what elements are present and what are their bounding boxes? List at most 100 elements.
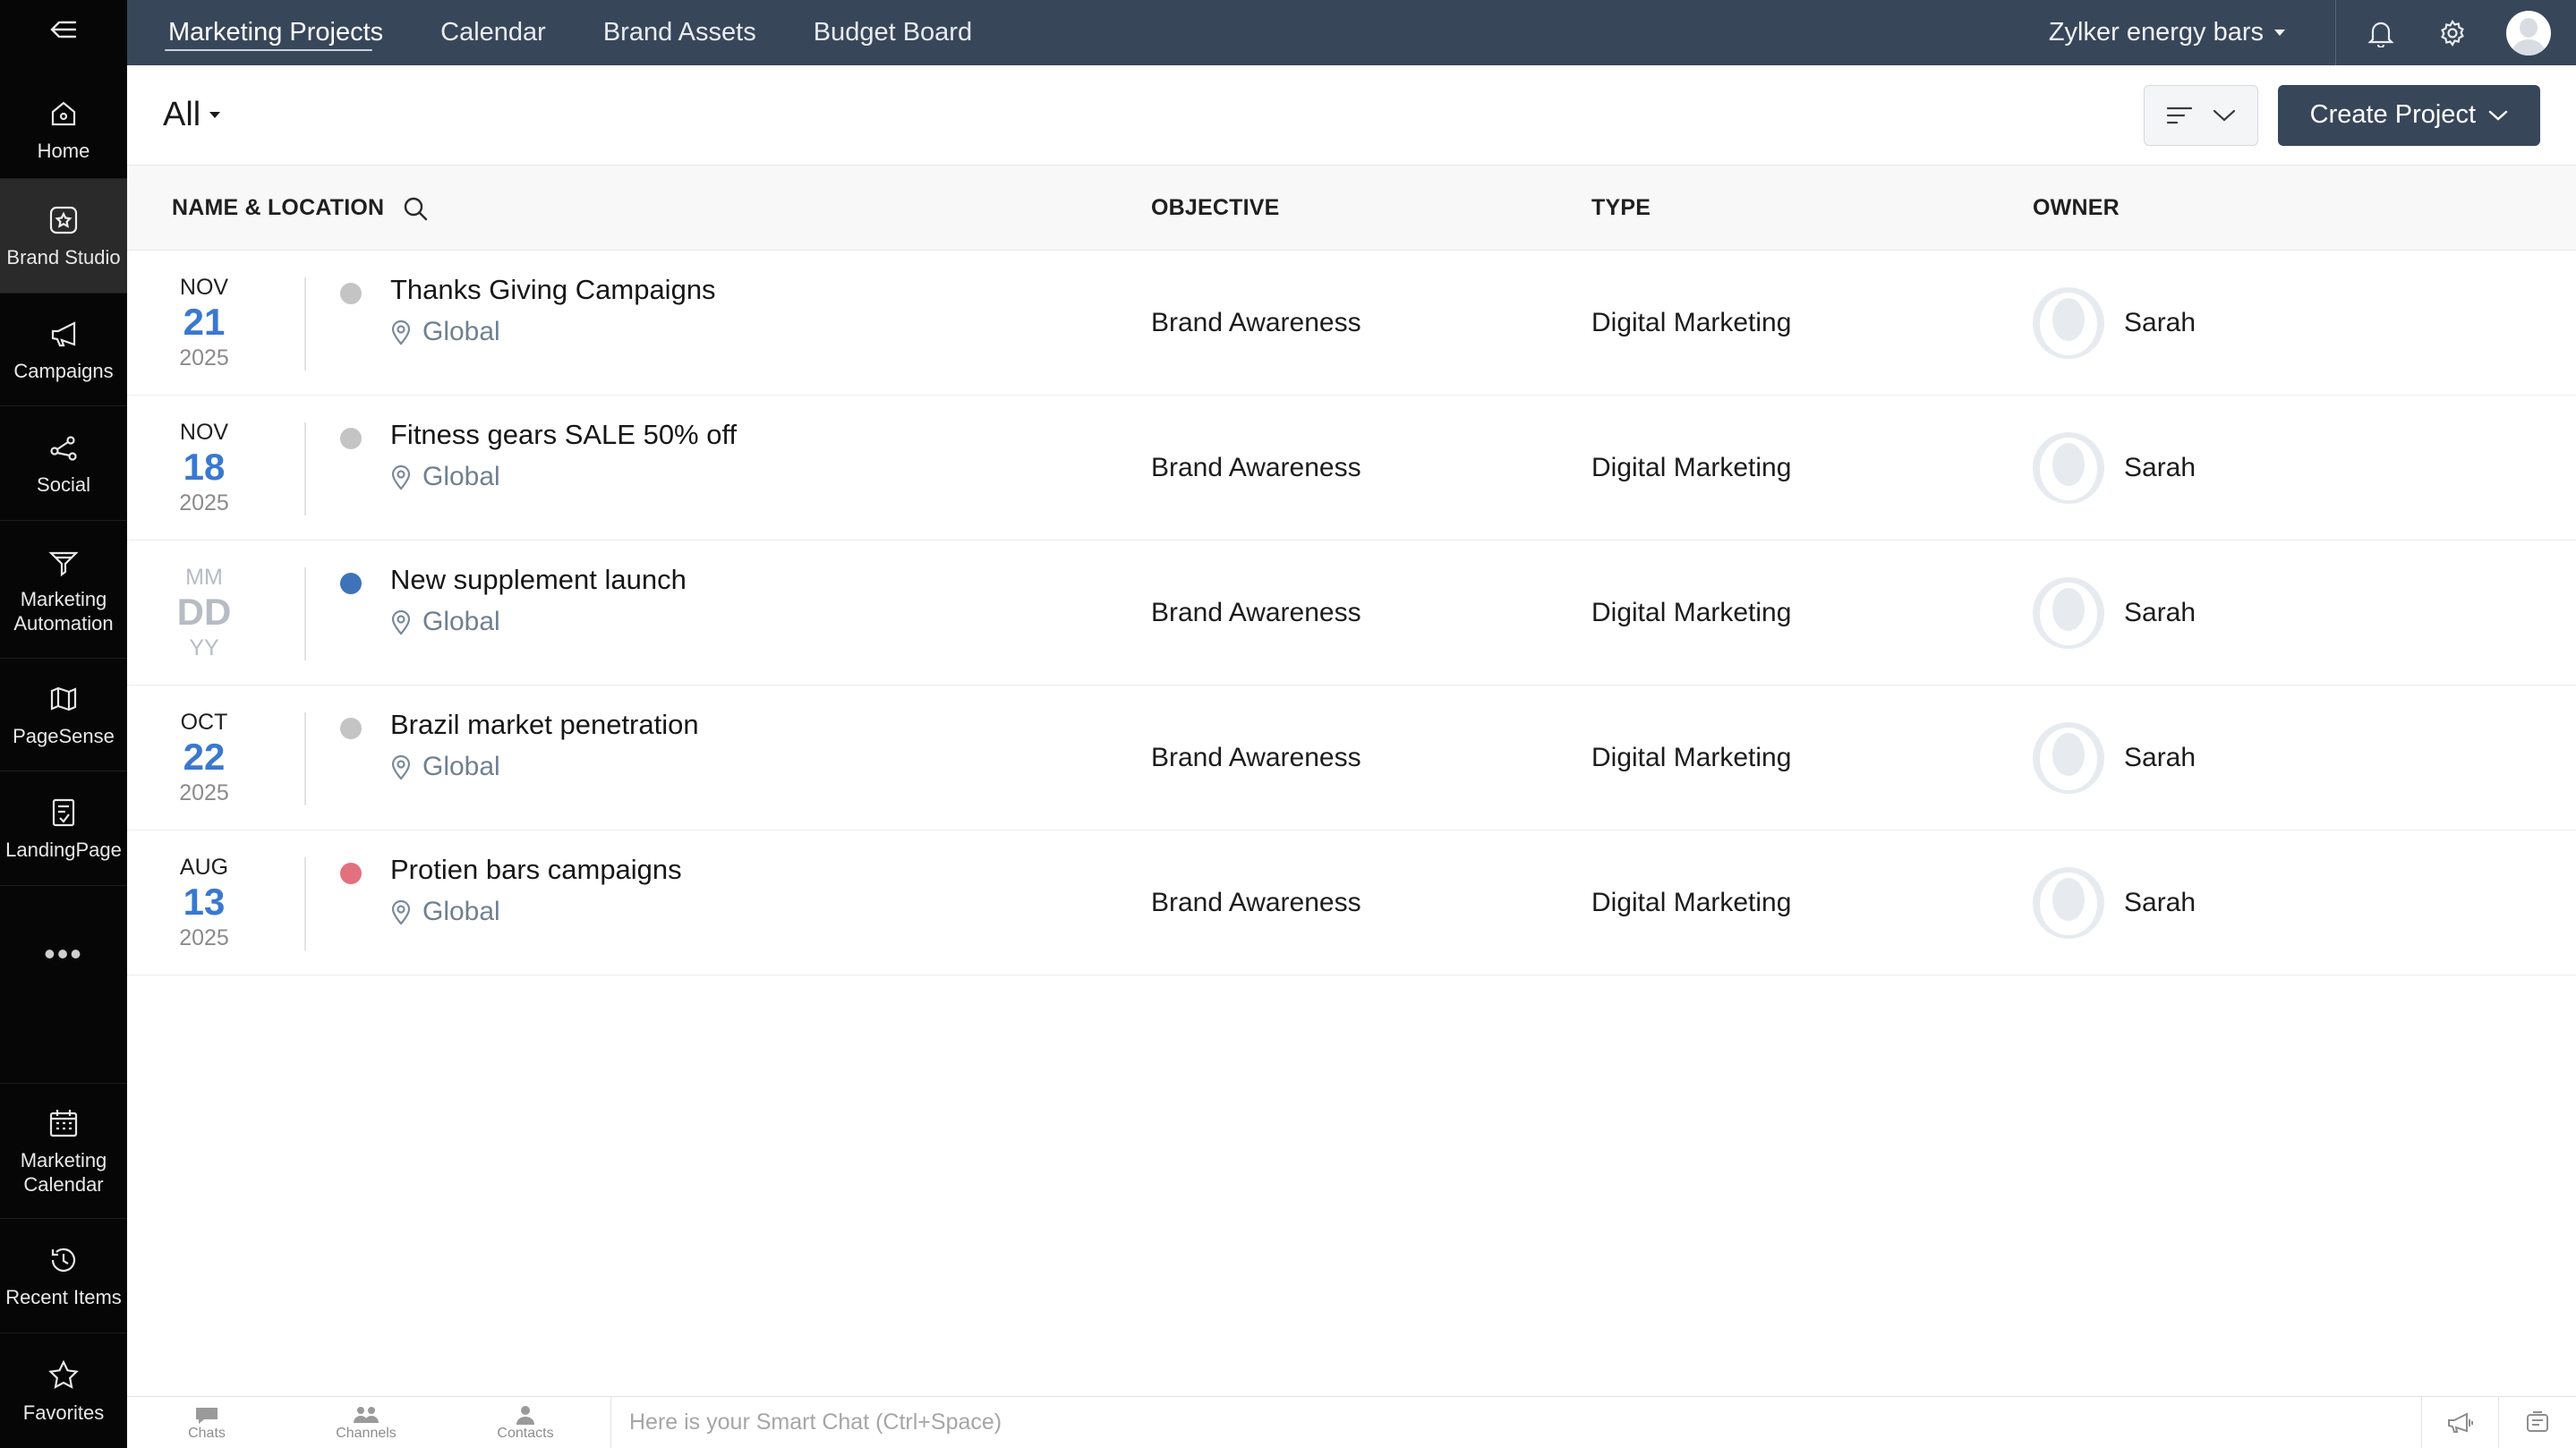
owner-name: Sarah: [2124, 308, 2196, 337]
project-date: NOV 21 2025: [159, 274, 249, 372]
chat-tab-contacts[interactable]: Contacts: [446, 1397, 605, 1448]
megaphone-icon: [46, 316, 81, 352]
sort-button[interactable]: [2143, 84, 2258, 146]
column-header-label: NAME & LOCATION: [172, 195, 385, 220]
sidebar-item-campaigns[interactable]: Campaigns: [0, 294, 127, 406]
row-divider: [304, 567, 306, 660]
status-dot: [340, 283, 362, 304]
type-cell: Digital Marketing: [1591, 308, 1792, 337]
announcements-button[interactable]: [2422, 1396, 2499, 1448]
objective-cell: Brand Awareness: [1151, 598, 1361, 627]
smart-chat-bar: Chats Channels Contacts Here is your Sma…: [127, 1396, 2576, 1448]
tab-calendar[interactable]: Calendar: [440, 0, 546, 65]
type-cell: Digital Marketing: [1591, 453, 1792, 482]
owner-cell: Sarah: [2033, 541, 2196, 686]
table-row[interactable]: NOV 18 2025 Fitness gears SALE 50% off G…: [127, 396, 2576, 541]
column-header-type: TYPE: [1591, 195, 1651, 220]
sidebar-item-marketing-calendar[interactable]: Marketing Calendar: [0, 1083, 127, 1219]
sidebar-item-label: Brand Studio: [6, 246, 121, 268]
more-apps-button[interactable]: •••: [0, 911, 127, 997]
user-avatar[interactable]: [2506, 10, 2551, 55]
notifications-button[interactable]: [2345, 0, 2417, 65]
collapse-menu-button[interactable]: [0, 0, 127, 59]
caret-down-icon: [209, 112, 221, 118]
owner-name: Sarah: [2124, 453, 2196, 482]
sidebar-item-label: Favorites: [22, 1401, 105, 1424]
project-name[interactable]: Thanks Giving Campaigns: [390, 274, 716, 306]
project-name[interactable]: Fitness gears SALE 50% off: [390, 419, 737, 451]
left-sidebar: Home Brand Studio Campaigns Social Marke…: [0, 0, 127, 1448]
date-month: AUG: [179, 855, 229, 880]
back-arrow-icon: [50, 21, 77, 38]
status-dot: [340, 428, 362, 449]
project-name[interactable]: New supplement launch: [390, 564, 687, 596]
chat-bubble-icon: [196, 1407, 218, 1424]
date-day: 22: [183, 736, 226, 778]
table-row[interactable]: MM DD YY New supplement launch Global Br…: [127, 541, 2576, 686]
project-location: Global: [390, 462, 500, 492]
sidebar-item-label: PageSense: [13, 725, 115, 747]
search-icon[interactable]: [402, 195, 429, 222]
column-header-objective: OBJECTIVE: [1151, 195, 1280, 220]
support-button[interactable]: [2499, 1397, 2576, 1448]
smart-chat-input[interactable]: Here is your Smart Chat (Ctrl+Space): [610, 1396, 2422, 1448]
table-row[interactable]: OCT 22 2025 Brazil market penetration Gl…: [127, 686, 2576, 830]
location-pin-icon: [391, 464, 411, 490]
contact-icon: [516, 1405, 534, 1425]
owner-cell: Sarah: [2033, 686, 2196, 830]
objective-cell: Brand Awareness: [1151, 308, 1361, 337]
project-name[interactable]: Protien bars campaigns: [390, 854, 682, 886]
status-dot: [340, 863, 362, 884]
sidebar-item-landingpage[interactable]: LandingPage: [0, 771, 127, 886]
date-year: 2025: [179, 925, 229, 950]
sidebar-item-recent-items[interactable]: Recent Items: [0, 1219, 127, 1333]
tab-marketing-projects[interactable]: Marketing Projects: [164, 0, 383, 65]
sidebar-item-pagesense[interactable]: PageSense: [0, 659, 127, 771]
location-text: Global: [422, 317, 500, 346]
row-divider: [304, 857, 306, 950]
view-filter-dropdown[interactable]: All: [163, 96, 221, 134]
chevron-down-icon: [2213, 109, 2235, 121]
create-project-label: Create Project: [2309, 100, 2476, 129]
date-month: NOV: [179, 275, 229, 300]
project-location: Global: [390, 607, 500, 637]
column-header-owner: OWNER: [2033, 195, 2120, 220]
chat-tab-label: Chats: [188, 1425, 226, 1441]
org-switcher[interactable]: Zylker energy bars: [2049, 0, 2336, 65]
home-icon: [46, 96, 81, 132]
location-text: Global: [422, 607, 500, 636]
date-year: 2025: [179, 490, 229, 515]
settings-button[interactable]: [2417, 0, 2488, 65]
topbar-actions: Zylker energy bars: [2049, 0, 2576, 65]
table-row[interactable]: NOV 21 2025 Thanks Giving Campaigns Glob…: [127, 251, 2576, 396]
tab-budget-board[interactable]: Budget Board: [814, 0, 972, 65]
date-day: 18: [183, 446, 226, 488]
sidebar-item-label: Social: [37, 473, 90, 496]
chat-tab-chats[interactable]: Chats: [127, 1397, 286, 1448]
pagesense-icon: [46, 681, 81, 717]
top-navigation-bar: Marketing Projects Calendar Brand Assets…: [127, 0, 2576, 65]
sidebar-item-brand-studio[interactable]: Brand Studio: [0, 179, 127, 294]
type-cell: Digital Marketing: [1591, 888, 1792, 917]
tab-brand-assets[interactable]: Brand Assets: [603, 0, 756, 65]
objective-cell: Brand Awareness: [1151, 888, 1361, 917]
project-date: AUG 13 2025: [159, 854, 249, 952]
chat-tab-channels[interactable]: Channels: [286, 1397, 446, 1448]
history-icon: [46, 1242, 81, 1278]
project-location: Global: [390, 897, 500, 927]
share-nodes-icon: [46, 430, 81, 465]
project-name[interactable]: Brazil market penetration: [390, 709, 699, 741]
table-row[interactable]: AUG 13 2025 Protien bars campaigns Globa…: [127, 830, 2576, 975]
project-date: NOV 18 2025: [159, 419, 249, 517]
sidebar-item-home[interactable]: Home: [0, 81, 127, 179]
type-cell: Digital Marketing: [1591, 743, 1792, 772]
location-text: Global: [422, 897, 500, 926]
chevron-down-icon: [2488, 110, 2508, 121]
row-divider: [304, 712, 306, 805]
sidebar-item-favorites[interactable]: Favorites: [0, 1333, 127, 1448]
project-date: MM DD YY: [159, 564, 249, 662]
sidebar-item-social[interactable]: Social: [0, 406, 127, 521]
sidebar-item-marketing-automation[interactable]: Marketing Automation: [0, 521, 127, 659]
avatar: [2033, 867, 2104, 939]
create-project-button[interactable]: Create Project: [2277, 84, 2540, 146]
